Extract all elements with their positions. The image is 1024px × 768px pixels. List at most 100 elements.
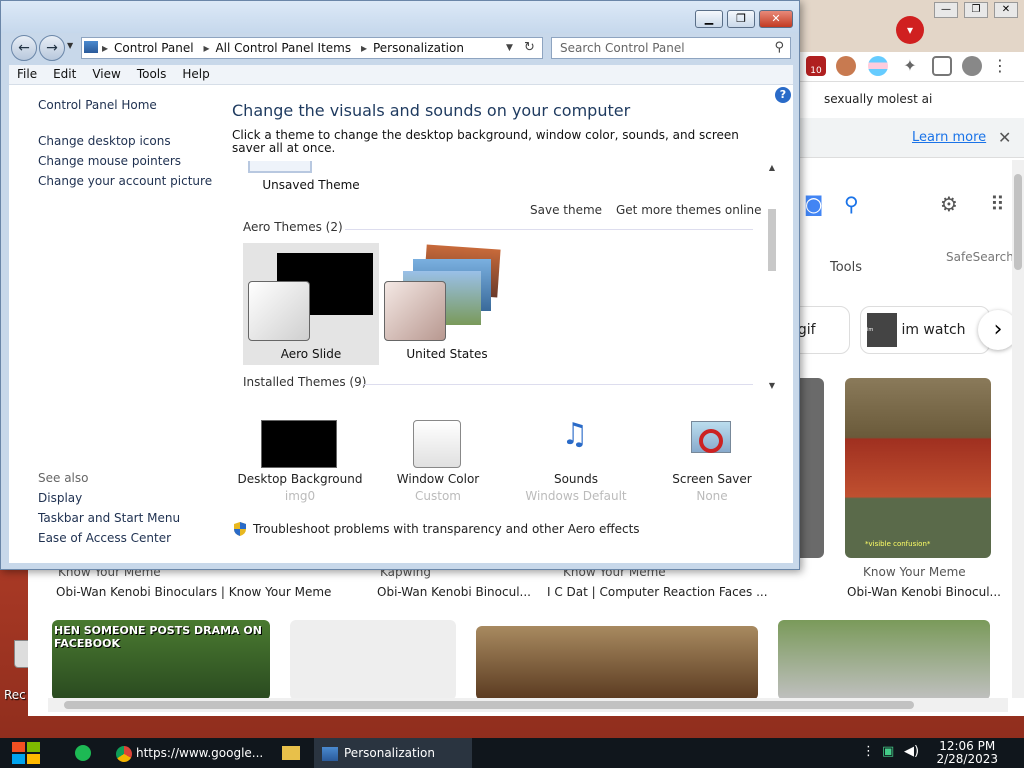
safesearch-label[interactable]: SafeSearch bbox=[946, 250, 1014, 264]
breadcrumb-control-panel[interactable]: Control Panel bbox=[114, 41, 194, 55]
menu-tools[interactable]: Tools bbox=[129, 65, 175, 83]
window-color-link[interactable]: Window Color bbox=[373, 472, 503, 486]
flag-extension-icon[interactable] bbox=[868, 56, 888, 76]
puzzle-icon[interactable]: ✦ bbox=[900, 56, 920, 76]
screen-saver-link[interactable]: Screen Saver bbox=[647, 472, 777, 486]
image-result[interactable] bbox=[290, 620, 456, 700]
image-result[interactable]: *visible confusion* bbox=[845, 378, 991, 558]
close-icon[interactable]: ✕ bbox=[994, 2, 1018, 18]
scrollbar-thumb[interactable] bbox=[768, 209, 776, 271]
dropdown-icon[interactable]: ▼ bbox=[506, 38, 513, 58]
screen-saver-icon[interactable] bbox=[687, 419, 735, 467]
theme-label: United States bbox=[406, 347, 488, 361]
scroll-up-icon[interactable]: ▲ bbox=[765, 163, 779, 172]
result-title[interactable]: Obi-Wan Kenobi Binocul... bbox=[847, 585, 1001, 599]
forward-button[interactable]: → bbox=[39, 35, 65, 61]
page-heading: Change the visuals and sounds on your co… bbox=[232, 101, 631, 120]
maximize-icon[interactable]: ❐ bbox=[964, 2, 988, 18]
scrollbar-thumb[interactable] bbox=[1014, 174, 1022, 270]
search-icon[interactable]: ⚲ bbox=[774, 38, 784, 58]
camera-icon[interactable]: ◙ bbox=[804, 192, 823, 216]
page-title: sexually molest ai bbox=[824, 92, 933, 106]
chip-thumbnail: im watching you bbox=[867, 313, 897, 347]
vertical-scrollbar[interactable] bbox=[1012, 160, 1024, 698]
menu-help[interactable]: Help bbox=[174, 65, 217, 83]
clock[interactable]: 12:06 PM 2/28/2023 bbox=[936, 740, 998, 766]
search-input[interactable]: Search Control Panel ⚲ bbox=[551, 37, 791, 59]
learn-more-link[interactable]: Learn more bbox=[912, 130, 986, 145]
start-button[interactable] bbox=[10, 740, 42, 766]
image-result[interactable] bbox=[476, 626, 758, 700]
minimize-button[interactable]: ▁ bbox=[695, 10, 723, 28]
sounds-link[interactable]: Sounds bbox=[511, 472, 641, 486]
sidepanel-icon[interactable] bbox=[932, 56, 952, 76]
get-more-themes-link[interactable]: Get more themes online bbox=[616, 203, 762, 217]
thumb-caption: *visible confusion* bbox=[865, 540, 931, 548]
display-link[interactable]: Display bbox=[38, 491, 82, 505]
desktop-background-icon[interactable] bbox=[261, 420, 337, 468]
chevron-down-icon[interactable]: ▾ bbox=[896, 16, 924, 44]
gear-icon[interactable]: ⚙ bbox=[940, 192, 958, 216]
search-chip[interactable]: im watching you im watch bbox=[860, 306, 990, 354]
kebab-menu-icon[interactable]: ⋮ bbox=[990, 56, 1010, 76]
scroll-down-icon[interactable]: ▼ bbox=[765, 381, 779, 390]
desktop-background-value: img0 bbox=[284, 489, 316, 503]
left-pane: Control Panel Home Change desktop icons … bbox=[9, 85, 225, 563]
address-bar[interactable]: ▸ Control Panel ▸ All Control Panel Items … bbox=[81, 37, 543, 59]
taskbar-start-menu-link[interactable]: Taskbar and Start Menu bbox=[38, 511, 180, 525]
ease-of-access-link[interactable]: Ease of Access Center bbox=[38, 531, 171, 545]
extension-icon[interactable]: 10 bbox=[806, 56, 826, 76]
breadcrumb-personalization[interactable]: Personalization bbox=[373, 41, 464, 55]
minimize-icon[interactable]: — bbox=[934, 2, 958, 18]
breadcrumb-all-items[interactable]: All Control Panel Items bbox=[215, 41, 351, 55]
image-result[interactable]: HEN SOMEONE POSTS DRAMA ON FACEBOOK bbox=[52, 620, 270, 700]
troubleshoot-aero-link[interactable]: Troubleshoot problems with transparency … bbox=[253, 522, 640, 536]
close-icon[interactable]: ✕ bbox=[998, 128, 1011, 147]
prohibited-icon bbox=[699, 429, 723, 453]
save-theme-link[interactable]: Save theme bbox=[530, 203, 602, 217]
maximize-button[interactable]: ❐ bbox=[727, 10, 755, 28]
united-states-theme[interactable]: United States bbox=[379, 243, 515, 365]
clock-date: 2/28/2023 bbox=[936, 752, 998, 766]
apps-icon[interactable]: ⠿ bbox=[990, 192, 1005, 216]
theme-list-scrollbar[interactable]: ▲ ▼ bbox=[765, 163, 779, 393]
avatar[interactable] bbox=[836, 56, 856, 76]
sheets-app-icon[interactable] bbox=[68, 738, 98, 768]
menu-view[interactable]: View bbox=[84, 65, 128, 83]
menu-file[interactable]: File bbox=[9, 65, 45, 83]
unsaved-theme-preview[interactable] bbox=[248, 161, 312, 173]
help-icon[interactable]: ? bbox=[775, 87, 791, 103]
tray-overflow-icon[interactable]: ⋮ bbox=[862, 744, 875, 759]
scrollbar-thumb[interactable] bbox=[64, 701, 914, 709]
result-title[interactable]: Obi-Wan Kenobi Binocul... bbox=[377, 585, 531, 599]
result-title[interactable]: I C Dat | Computer Reaction Faces ... bbox=[547, 585, 768, 599]
taskbar-item-label: https://www.google... bbox=[136, 746, 264, 760]
refresh-icon[interactable]: ↻ bbox=[524, 38, 535, 58]
aero-slide-theme[interactable]: Aero Slide bbox=[243, 243, 379, 365]
unsaved-theme-label: Unsaved Theme bbox=[262, 178, 360, 192]
network-icon[interactable]: ▣ bbox=[882, 744, 894, 759]
menu-edit[interactable]: Edit bbox=[45, 65, 84, 83]
theme-list[interactable]: Unsaved Theme Save theme Get more themes… bbox=[233, 161, 781, 393]
change-desktop-icons-link[interactable]: Change desktop icons bbox=[38, 134, 171, 148]
chip-label: im watch bbox=[901, 322, 966, 338]
back-button[interactable]: ← bbox=[11, 35, 37, 61]
folder-icon[interactable] bbox=[276, 738, 306, 768]
horizontal-scrollbar[interactable] bbox=[48, 698, 1008, 712]
recent-pages-icon[interactable]: ▼ bbox=[67, 41, 73, 50]
close-button[interactable]: ✕ bbox=[759, 10, 793, 28]
change-mouse-pointers-link[interactable]: Change mouse pointers bbox=[38, 154, 181, 168]
taskbar-personalization[interactable]: Personalization bbox=[314, 738, 472, 768]
control-panel-home-link[interactable]: Control Panel Home bbox=[38, 98, 157, 112]
window-color-icon[interactable] bbox=[413, 420, 461, 468]
change-account-picture-link[interactable]: Change your account picture bbox=[38, 174, 212, 188]
tools-tab[interactable]: Tools bbox=[830, 260, 862, 275]
result-title[interactable]: Obi-Wan Kenobi Binoculars | Know Your Me… bbox=[56, 585, 331, 599]
sounds-icon[interactable]: ♫ bbox=[551, 417, 599, 467]
profile-icon[interactable] bbox=[962, 56, 982, 76]
taskbar-chrome[interactable]: https://www.google... bbox=[106, 738, 266, 768]
search-icon[interactable]: ⚲ bbox=[844, 192, 859, 216]
desktop-background-link[interactable]: Desktop Background bbox=[235, 472, 365, 486]
image-result[interactable] bbox=[778, 620, 990, 700]
volume-icon[interactable]: ◀) bbox=[904, 744, 919, 759]
